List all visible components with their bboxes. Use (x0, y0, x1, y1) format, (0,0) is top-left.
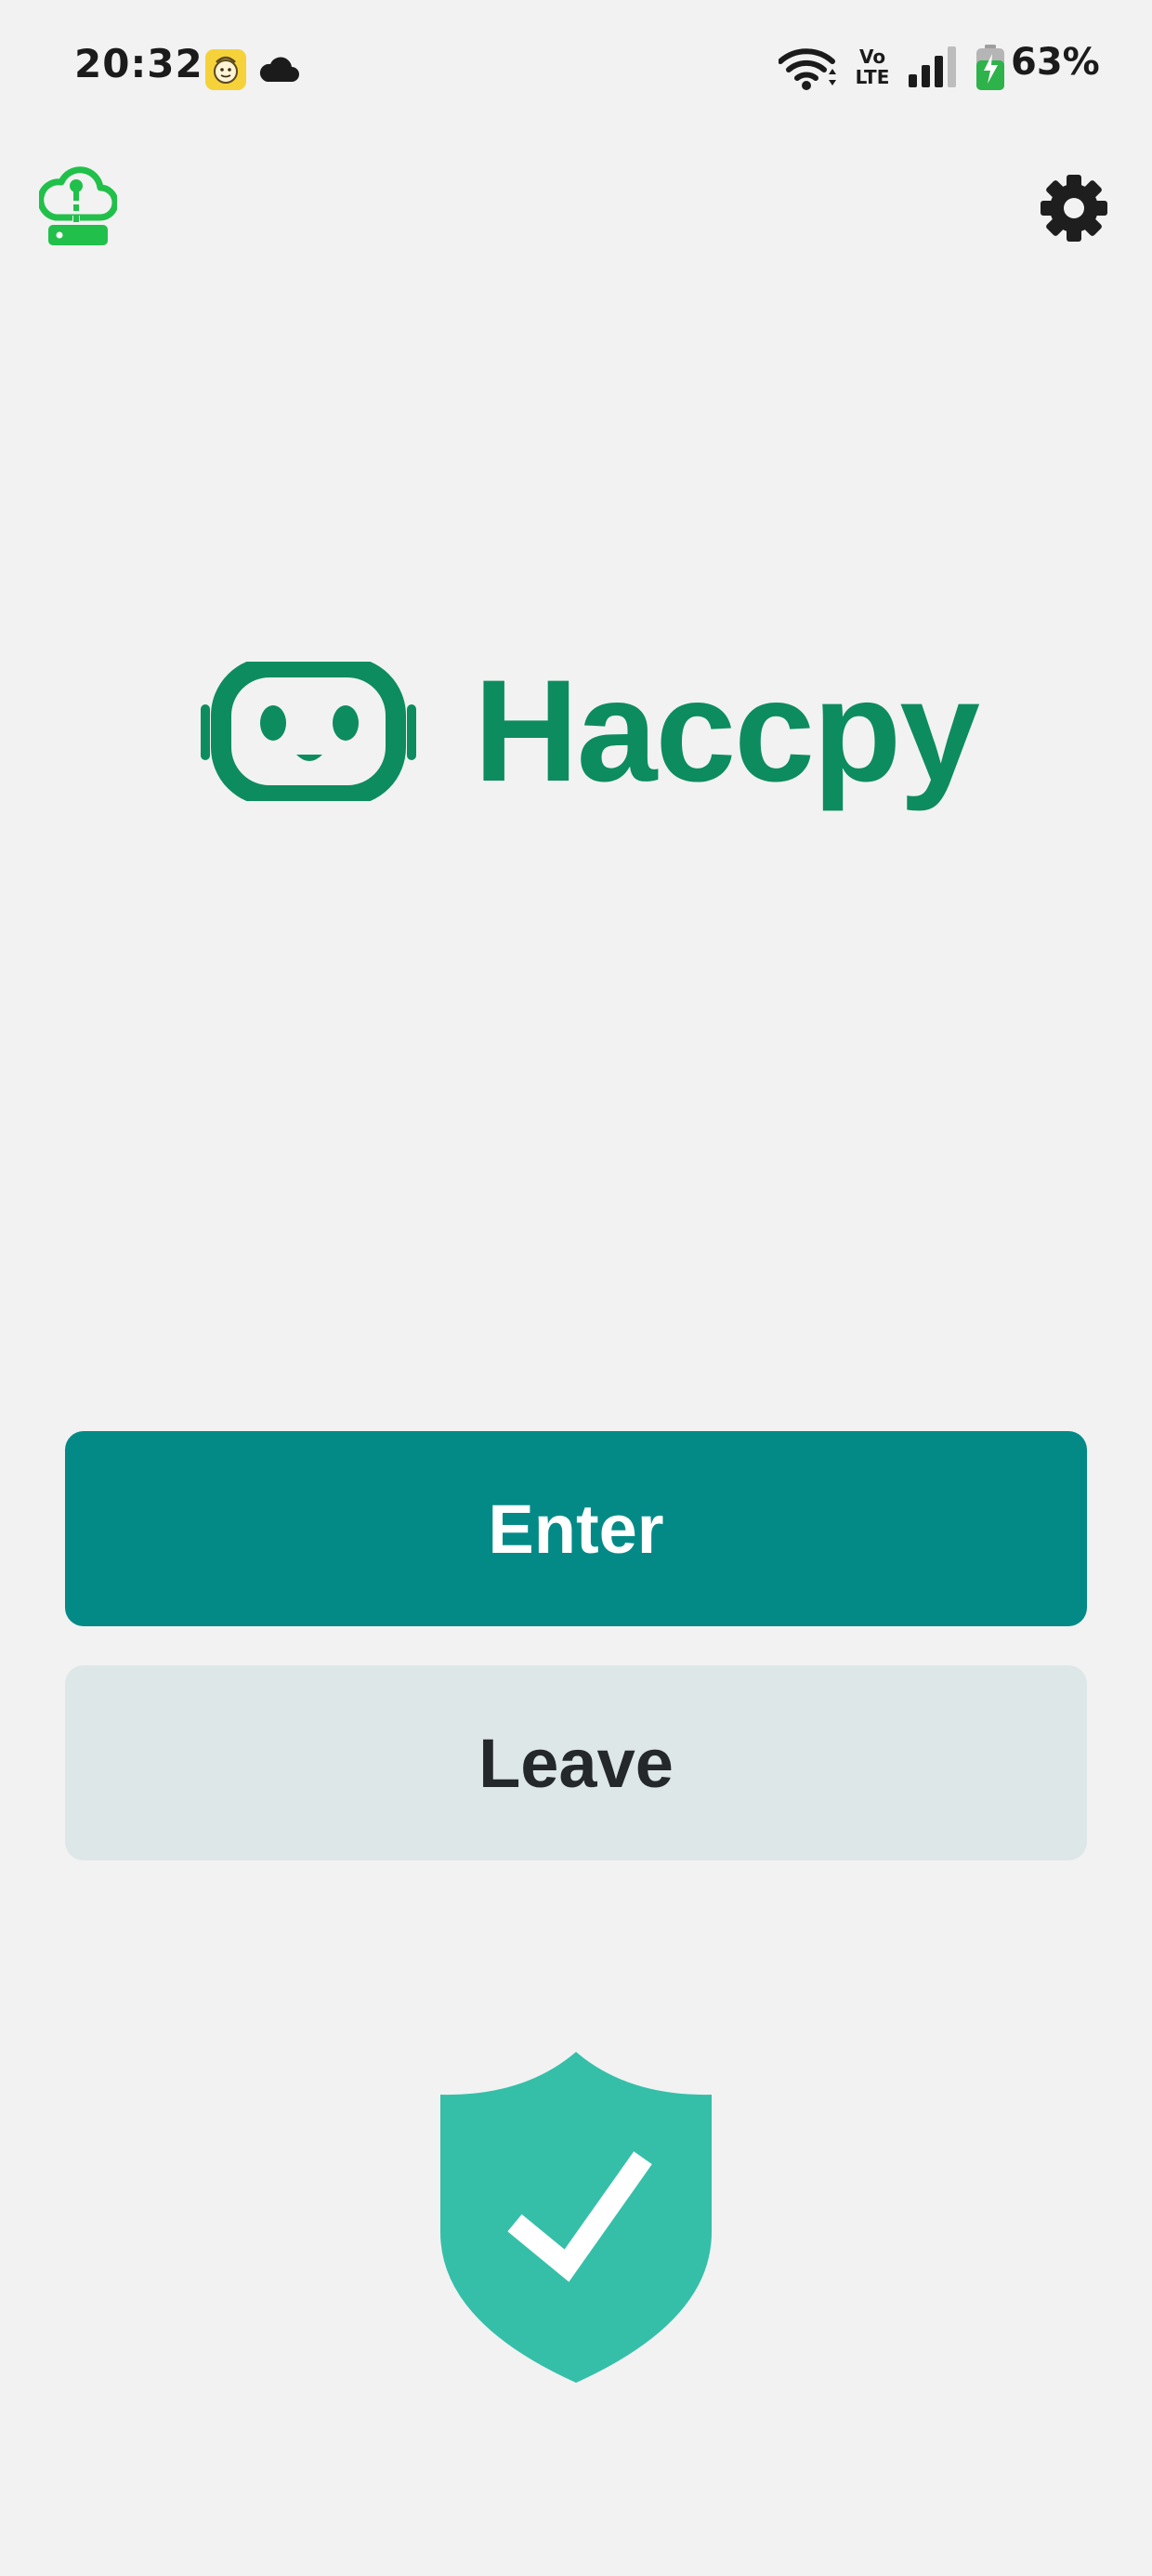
brand: Haccpy (195, 651, 980, 812)
volte-line-2: LTE (855, 66, 890, 88)
gear-icon[interactable] (1039, 173, 1109, 243)
leave-button[interactable]: Leave (65, 1665, 1087, 1860)
robot-face-icon (201, 662, 416, 801)
enter-button[interactable]: Enter (65, 1431, 1087, 1626)
cloud-vpn-server-icon[interactable] (39, 164, 117, 249)
battery-charging-icon (976, 45, 1004, 90)
wifi-icon (779, 48, 836, 90)
volte-line-1: Vo (858, 46, 886, 68)
app-notification-icon (205, 49, 246, 90)
cloud-icon (259, 57, 299, 82)
status-bar: 20:32 Vo LTE 63% (0, 0, 1152, 139)
signal-icon (909, 46, 956, 87)
battery-percent: 63% (1011, 41, 1100, 84)
volte-indicator: Vo LTE (853, 46, 892, 87)
app-name: Haccpy (474, 651, 980, 812)
shield-check-icon (440, 2052, 712, 2383)
status-time: 20:32 (74, 41, 203, 86)
